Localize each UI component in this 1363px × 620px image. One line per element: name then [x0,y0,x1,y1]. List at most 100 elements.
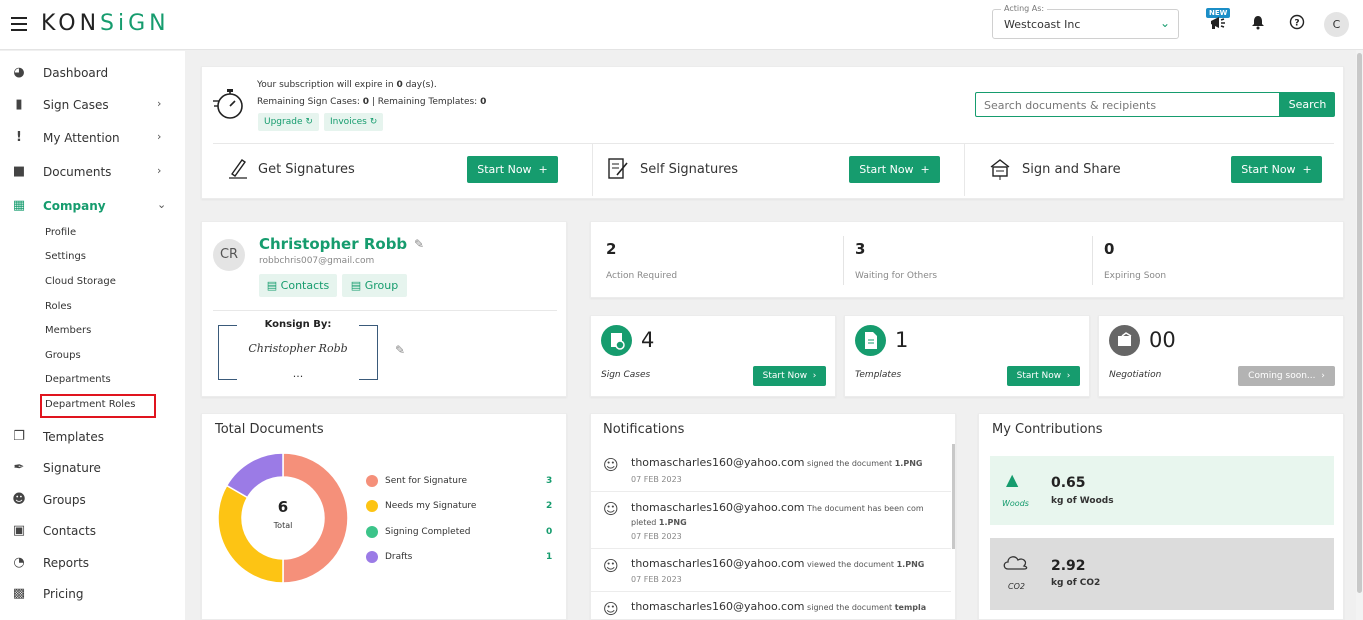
subscription-card: Your subscription will expire in 0 day(s… [201,66,1344,199]
self-signatures-start-button[interactable]: Start Now + [849,156,940,183]
notifications-title: Notifications [603,422,685,437]
contacts-button[interactable]: ▤ Contacts [259,274,337,297]
self-signature-icon [607,157,629,184]
sidebar-item-label: Dashboard [43,66,109,80]
sidebar-item-documents[interactable]: ■ Documents › [0,158,185,186]
sign-cases-start-button[interactable]: Start Now › [753,366,826,386]
edit-signature-pencil-icon[interactable]: ✎ [395,343,405,357]
edit-pencil-icon[interactable]: ✎ [414,237,424,251]
total-documents-card: Total Documents 6 Total Sent for Signatu… [201,413,567,620]
briefcase-icon: ▮ [15,97,23,112]
money-icon: ▩ [12,586,26,601]
legend-label-drafts: Drafts [385,552,413,562]
refresh-icon: ↻ [369,117,378,127]
sidebar-item-reports[interactable]: ◔ Reports [0,549,185,577]
notification-item[interactable]: ☺ thomascharles160@yahoo.com The documen… [591,492,951,549]
expiring-soon-label: Expiring Soon [1104,271,1167,281]
profile-card: CR Christopher Robb ✎ robbchris007@gmail… [201,221,567,397]
dashboard-icon: ◕ [13,65,25,80]
woods-label: kg of Woods [1051,496,1114,506]
tree-icon: ▲ [1006,470,1019,489]
konsign-logo[interactable]: KONSiGN [41,11,170,36]
sign-and-share-label: Sign and Share [1022,162,1121,177]
building-icon: ▦ [12,198,26,213]
notifications-card: Notifications ☺ thomascharles160@yahoo.c… [590,413,956,620]
profile-name: Christopher Robb [259,235,408,253]
co2-label: kg of CO2 [1051,578,1101,588]
sidebar-item-label: Company [43,199,106,213]
chevron-down-icon: ⌄ [1159,16,1170,30]
upgrade-button[interactable]: Upgrade ↻ [258,113,319,131]
sidebar-item-label: Signature [43,461,101,475]
legend-label-needs: Needs my Signature [385,501,477,511]
sidebar-item-label: Groups [43,493,86,507]
help-icon[interactable]: ? [1287,14,1307,34]
legend-dot-needs [366,500,378,512]
notification-date: 07 FEB 2023 [631,532,682,541]
contact-card-icon: ▣ [12,523,26,538]
legend-value-sent: 3 [546,476,553,486]
sidebar-sub-departments[interactable]: Departments [45,374,111,385]
sign-cases-label: Sign Cases [601,370,651,380]
templates-start-button[interactable]: Start Now › [1007,366,1080,386]
sidebar-item-signature[interactable]: ✒ Signature [0,454,185,482]
svg-text:?: ? [1294,19,1299,29]
subscription-expiry: Your subscription will expire in 0 day(s… [257,80,437,90]
cloud-icon [1002,552,1030,575]
user-icon: ☺ [603,557,619,575]
sidebar-item-company[interactable]: ▦ Company ⌄ [0,192,185,220]
get-signatures-start-button[interactable]: Start Now + [467,156,558,183]
donut-slice-3[interactable] [225,452,284,499]
sidebar-item-pricing[interactable]: ▩ Pricing [0,580,185,608]
user-avatar[interactable]: C [1324,12,1349,37]
notification-date: 07 FEB 2023 [631,475,682,484]
sidebar-item-label: My Attention [43,131,120,145]
sidebar-item-sign-cases[interactable]: ▮ Sign Cases › [0,91,185,119]
self-signatures-label: Self Signatures [640,162,739,177]
donut-slice-0[interactable] [282,452,349,584]
sidebar-sub-members[interactable]: Members [45,325,91,336]
sidebar-sub-profile[interactable]: Profile [45,227,76,238]
contributions-card: My Contributions ▲ Woods 0.65 kg of Wood… [978,413,1344,620]
negotiation-label: Negotiation [1109,370,1162,380]
search-input[interactable]: Search documents & recipients [975,92,1280,117]
signature-box[interactable]: Konsign By: Christopher Robb ... [218,319,378,380]
coming-soon-button[interactable]: Coming soon... › [1238,366,1335,386]
legend-dot-drafts [366,551,378,563]
notifications-scrollbar[interactable] [952,444,955,549]
notification-item[interactable]: ☺ thomascharles160@yahoo.com signed the … [591,448,951,492]
sidebar-sub-groups[interactable]: Groups [45,350,81,361]
user-icon: ☺ [603,500,619,518]
co2-value: 2.92 [1051,558,1086,574]
page-scrollbar[interactable] [1356,50,1363,620]
notification-date: 07 FEB 2023 [631,575,682,584]
sidebar-item-label: Reports [43,556,90,570]
hamburger-menu-icon[interactable] [11,17,27,31]
megaphone-icon[interactable] [1208,14,1228,34]
invoices-button[interactable]: Invoices ↻ [324,113,384,131]
group-button[interactable]: ▤ Group [342,274,407,297]
action-required-count: 2 [606,240,617,258]
negotiation-icon [1109,325,1140,356]
acting-as-select[interactable]: Acting As: Westcoast Inc ⌄ [992,4,1179,39]
sidebar-item-templates[interactable]: ❐ Templates [0,423,185,451]
remaining-counts: Remaining Sign Cases: 0 | Remaining Temp… [257,97,487,107]
sign-case-icon [601,325,632,356]
bell-icon[interactable] [1248,14,1268,34]
sidebar-sub-settings[interactable]: Settings [45,251,86,262]
chevron-right-icon: › [157,97,162,110]
sign-and-share-start-button[interactable]: Start Now + [1231,156,1322,183]
sidebar-item-contacts[interactable]: ▣ Contacts [0,517,185,545]
sidebar-item-my-attention[interactable]: ! My Attention › [0,124,185,152]
action-required-label: Action Required [606,271,678,281]
sidebar-sub-cloud-storage[interactable]: Cloud Storage [45,276,116,287]
negotiation-tile: 00 Negotiation Coming soon... › [1098,315,1344,397]
woods-contribution: ▲ Woods 0.65 kg of Woods [990,456,1334,525]
expiring-soon-count: 0 [1104,240,1115,258]
notification-item[interactable]: ☺ thomascharles160@yahoo.com viewed the … [591,549,951,592]
sidebar-item-dashboard[interactable]: ◕ Dashboard [0,59,185,87]
sidebar-sub-roles[interactable]: Roles [45,301,72,312]
notification-item[interactable]: ☺ thomascharles160@yahoo.com signed the … [591,592,951,619]
search-button[interactable]: Search [1280,92,1335,117]
sidebar-item-groups[interactable]: ☻ Groups [0,486,185,514]
